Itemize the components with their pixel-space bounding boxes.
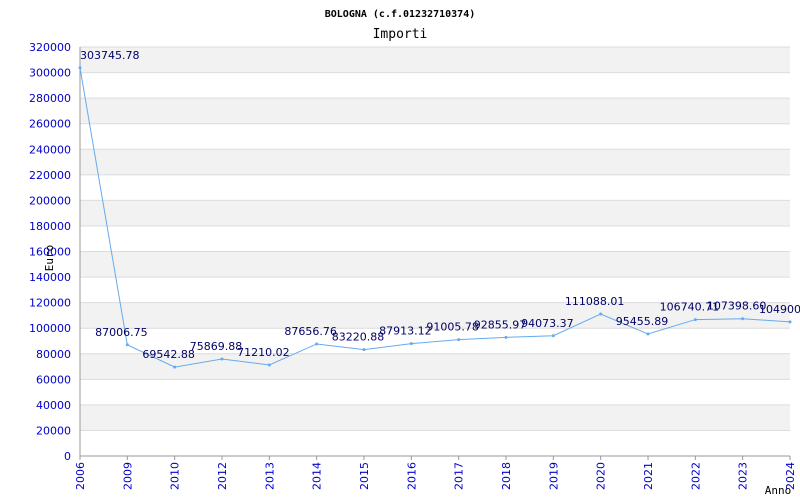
x-tick-label: 2010: [169, 462, 182, 490]
x-tick-label: 2012: [216, 462, 229, 490]
data-label: 94073.37: [521, 317, 574, 330]
data-point: [125, 343, 129, 347]
grid-band: [80, 404, 790, 431]
data-point: [599, 312, 603, 316]
x-axis-ticks: 2006 2009 2010 2012 2013 2014 2015 2016 2017 2018…: [74, 456, 797, 490]
y-tick-label: 320000: [29, 41, 71, 54]
y-tick-label: 200000: [29, 194, 71, 207]
data-point: [788, 320, 792, 324]
x-tick-label: 2013: [263, 462, 276, 490]
y-tick-label: 180000: [29, 220, 71, 233]
x-axis-label: Anno: [765, 484, 792, 497]
x-tick-label: 2017: [453, 462, 466, 490]
data-point: [409, 342, 413, 346]
data-point: [78, 66, 82, 70]
data-label: 303745.78: [80, 49, 140, 62]
data-label: 91005.78: [426, 321, 479, 334]
data-point: [315, 342, 319, 346]
data-label: 87656.76: [284, 325, 337, 338]
x-tick-label: 2022: [689, 462, 702, 490]
data-point: [362, 348, 366, 352]
x-tick-label: 2014: [311, 462, 324, 490]
data-point: [173, 365, 177, 369]
chart-subtitle: Importi: [373, 27, 428, 42]
x-tick-label: 2023: [737, 462, 750, 490]
y-tick-label: 60000: [36, 373, 71, 386]
data-point: [551, 334, 555, 338]
y-tick-label: 80000: [36, 348, 71, 361]
y-tick-label: 40000: [36, 399, 71, 412]
data-point: [220, 357, 224, 361]
y-tick-label: 100000: [29, 322, 71, 335]
y-tick-label: 280000: [29, 92, 71, 105]
line-chart: BOLOGNA (c.f.01232710374) Importi 0 20000…: [29, 9, 800, 497]
data-label: 87006.75: [95, 326, 148, 339]
x-tick-label: 2016: [405, 462, 418, 490]
data-point: [267, 363, 271, 367]
grid-band: [80, 251, 790, 278]
y-tick-label: 240000: [29, 143, 71, 156]
grid-band: [80, 98, 790, 124]
data-label: 111088.01: [565, 295, 625, 308]
plot-background: [80, 47, 790, 431]
x-tick-label: 2020: [595, 462, 608, 490]
chart-title: BOLOGNA (c.f.01232710374): [325, 9, 476, 20]
y-tick-label: 300000: [29, 67, 71, 80]
data-label: 71210.02: [237, 346, 290, 359]
y-tick-label: 120000: [29, 297, 71, 310]
data-label: 95455.89: [616, 315, 669, 328]
data-point: [741, 317, 745, 321]
data-label: 75869.88: [190, 340, 243, 353]
y-tick-label: 140000: [29, 271, 71, 284]
grid-band: [80, 47, 790, 73]
data-label: 92855.97: [474, 318, 527, 331]
data-label: 83220.88: [332, 331, 385, 344]
data-point: [646, 332, 650, 336]
data-label: 107398.60: [707, 300, 767, 313]
y-tick-label: 0: [64, 450, 71, 463]
x-tick-label: 2006: [74, 462, 87, 490]
data-point: [504, 335, 508, 339]
data-point: [693, 318, 697, 322]
y-tick-label: 260000: [29, 118, 71, 131]
data-label: 87913.12: [379, 325, 432, 338]
y-axis-label: Euro: [43, 245, 56, 272]
x-tick-label: 2019: [547, 462, 560, 490]
data-label: 69542.88: [142, 348, 195, 361]
grid-band: [80, 149, 790, 175]
data-point: [457, 338, 461, 342]
x-tick-label: 2021: [642, 462, 655, 490]
y-tick-label: 220000: [29, 169, 71, 182]
x-tick-label: 2015: [358, 462, 371, 490]
x-tick-label: 2009: [121, 462, 134, 490]
grid-band: [80, 200, 790, 226]
y-tick-label: 20000: [36, 424, 71, 437]
x-tick-label: 2018: [500, 462, 513, 490]
data-label: 104900: [759, 303, 800, 316]
